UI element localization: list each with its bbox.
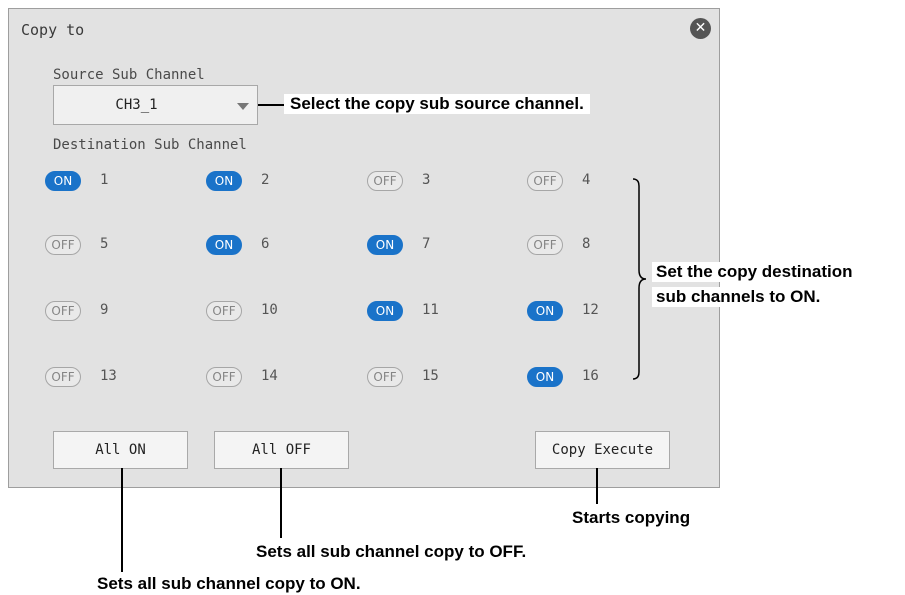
destination-callout-line2: sub channels to ON.	[652, 287, 825, 307]
dialog-title: Copy to	[21, 21, 85, 39]
channel-4-toggle[interactable]: OFF	[527, 171, 563, 191]
channel-4-label: 4	[582, 172, 591, 188]
channel-2-label: 2	[261, 172, 270, 188]
all-on-button[interactable]: All ON	[53, 431, 188, 469]
all-off-callout: Sets all sub channel copy to OFF.	[256, 542, 527, 562]
all-on-callout-leader	[121, 468, 123, 572]
channel-13-toggle[interactable]: OFF	[45, 367, 81, 387]
channel-16-label: 16	[582, 368, 599, 384]
destination-bracket	[632, 178, 647, 380]
channel-14-toggle[interactable]: OFF	[206, 367, 242, 387]
source-sub-channel-value: CH3_1	[115, 97, 158, 113]
channel-11-label: 11	[422, 302, 439, 318]
channel-10-toggle[interactable]: OFF	[206, 301, 242, 321]
close-icon[interactable]: ✕	[690, 18, 711, 39]
channel-13-label: 13	[100, 368, 117, 384]
copy-execute-callout: Starts copying	[572, 508, 691, 528]
all-off-button[interactable]: All OFF	[214, 431, 349, 469]
channel-7-label: 7	[422, 236, 431, 252]
copy-execute-button[interactable]: Copy Execute	[535, 431, 670, 469]
channel-7-toggle[interactable]: ON	[367, 235, 403, 255]
destination-sub-channel-label: Destination Sub Channel	[53, 137, 247, 153]
channel-15-toggle[interactable]: OFF	[367, 367, 403, 387]
channel-2-toggle[interactable]: ON	[206, 171, 242, 191]
channel-9-label: 9	[100, 302, 109, 318]
destination-callout-line1: Set the copy destination	[652, 262, 857, 282]
channel-12-label: 12	[582, 302, 599, 318]
channel-14-label: 14	[261, 368, 278, 384]
source-sub-channel-label: Source Sub Channel	[53, 67, 205, 83]
channel-6-toggle[interactable]: ON	[206, 235, 242, 255]
channel-8-toggle[interactable]: OFF	[527, 235, 563, 255]
channel-8-label: 8	[582, 236, 591, 252]
channel-10-label: 10	[261, 302, 278, 318]
channel-9-toggle[interactable]: OFF	[45, 301, 81, 321]
channel-3-toggle[interactable]: OFF	[367, 171, 403, 191]
channel-15-label: 15	[422, 368, 439, 384]
source-callout: Select the copy sub source channel.	[284, 94, 590, 114]
channel-1-toggle[interactable]: ON	[45, 171, 81, 191]
channel-5-toggle[interactable]: OFF	[45, 235, 81, 255]
all-off-callout-leader	[280, 468, 282, 538]
source-sub-channel-select[interactable]: CH3_1	[53, 85, 258, 125]
all-on-callout: Sets all sub channel copy to ON.	[97, 574, 361, 594]
channel-11-toggle[interactable]: ON	[367, 301, 403, 321]
channel-3-label: 3	[422, 172, 431, 188]
channel-1-label: 1	[100, 172, 109, 188]
channel-5-label: 5	[100, 236, 109, 252]
chevron-down-icon	[237, 103, 249, 110]
copy-execute-callout-leader	[596, 468, 598, 504]
channel-6-label: 6	[261, 236, 270, 252]
copy-to-dialog: Copy to ✕ Source Sub Channel CH3_1 Desti…	[8, 8, 720, 488]
channel-16-toggle[interactable]: ON	[527, 367, 563, 387]
channel-12-toggle[interactable]: ON	[527, 301, 563, 321]
